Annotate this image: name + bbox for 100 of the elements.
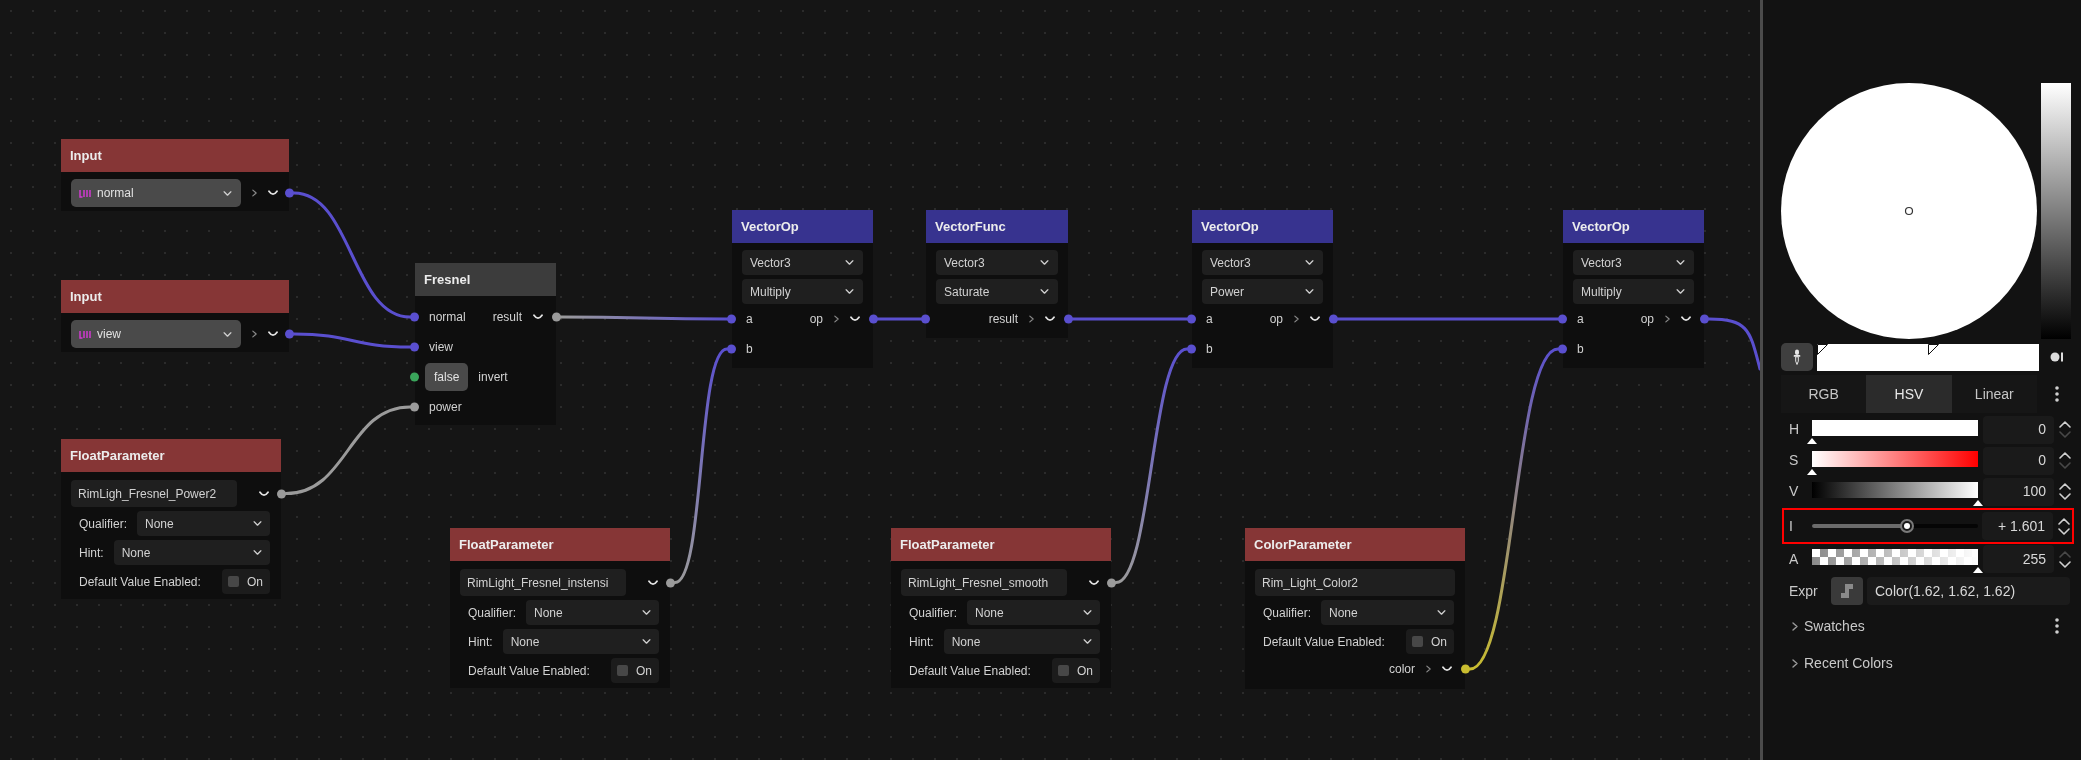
chevron-down-icon	[1676, 260, 1685, 265]
node-title-bar[interactable]: ColorParameter	[1245, 528, 1465, 561]
slider-thumb[interactable]	[1899, 519, 1914, 533]
node-title-bar[interactable]: FloatParameter	[61, 439, 281, 472]
port-icon[interactable]	[1107, 578, 1116, 587]
channel-label: H	[1788, 420, 1801, 439]
port-icon[interactable]	[277, 489, 286, 498]
number-field[interactable]: + 1.601	[1982, 512, 2053, 540]
select-dropdown[interactable]: Vector3	[1573, 250, 1694, 275]
port-icon[interactable]	[410, 402, 419, 412]
section-header[interactable]: Recent Colors	[1781, 649, 1893, 677]
curved-chevron-icon[interactable]	[1681, 316, 1691, 322]
select-dropdown[interactable]: Vector3	[742, 250, 863, 275]
node-title-bar[interactable]: Input	[61, 139, 289, 172]
field-label: Default Value Enabled:	[468, 662, 590, 680]
more-vertical-icon[interactable]	[2055, 618, 2059, 634]
select-dropdown[interactable]: Multiply	[1573, 279, 1694, 304]
tab[interactable]: HSV	[1866, 375, 1952, 413]
checkbox-icon[interactable]	[228, 576, 239, 587]
port-label: result	[492, 309, 522, 326]
port-label: b	[1577, 341, 1584, 358]
select-dropdown[interactable]: Saturate	[936, 279, 1058, 304]
port-label: a	[1577, 311, 1584, 328]
curved-chevron-icon[interactable]	[1310, 316, 1320, 322]
name-field[interactable]: RimLigh_Fresnel_Power2	[71, 480, 237, 507]
checkbox-icon[interactable]	[1058, 665, 1069, 676]
chevron-down-icon	[1083, 610, 1092, 615]
field-label: Qualifier:	[468, 604, 517, 622]
node-title-bar[interactable]: VectorOp	[1192, 210, 1333, 243]
intensity-slider[interactable]	[1812, 519, 1978, 533]
slider-thumb[interactable]	[1807, 437, 1817, 444]
section-header[interactable]: Swatches	[1781, 612, 1865, 640]
eyedropper-button[interactable]	[1781, 343, 1813, 371]
node-title-bar[interactable]: Input	[61, 280, 289, 313]
node-title-bar[interactable]: FloatParameter	[450, 528, 670, 561]
channel-label: I	[1788, 516, 1794, 536]
chevron-down-icon	[223, 190, 232, 196]
port-icon[interactable]	[1461, 664, 1470, 674]
curved-chevron-icon[interactable]	[259, 490, 269, 497]
node-title-bar[interactable]: VectorFunc	[926, 210, 1068, 243]
script-button[interactable]	[1831, 577, 1863, 605]
curved-chevron-icon[interactable]	[648, 579, 658, 586]
chevron-down-icon	[1676, 289, 1685, 294]
channel-label: V	[1788, 482, 1800, 501]
select-dropdown[interactable]: None	[502, 629, 659, 654]
number-field[interactable]: 0	[1983, 415, 2054, 444]
chevron-down-icon	[223, 331, 232, 337]
node-title-bar[interactable]: FloatParameter	[891, 528, 1111, 561]
curved-chevron-icon[interactable]	[268, 331, 278, 337]
curved-chevron-icon[interactable]	[1045, 316, 1055, 322]
port-icon[interactable]	[552, 312, 561, 322]
color-wheel[interactable]	[1781, 83, 2037, 339]
curved-chevron-icon[interactable]	[1442, 666, 1452, 672]
select-dropdown[interactable]: Vector3	[936, 250, 1058, 275]
number-field[interactable]: 0	[1983, 446, 2054, 475]
chevron-down-icon	[1437, 610, 1446, 615]
port-icon[interactable]	[666, 578, 675, 587]
select-dropdown[interactable]: None	[1321, 600, 1454, 625]
boolean-toggle[interactable]: false	[425, 363, 469, 391]
number-field[interactable]: 255	[1983, 545, 2054, 573]
checkbox-toggle[interactable]: On	[1052, 658, 1100, 683]
number-field[interactable]: 100	[1983, 477, 2054, 506]
curved-chevron-icon[interactable]	[533, 314, 543, 320]
checkbox-icon[interactable]	[617, 665, 628, 676]
tab[interactable]: Linear	[1951, 375, 2037, 413]
checkbox-icon[interactable]	[1412, 636, 1423, 647]
curved-chevron-icon[interactable]	[268, 190, 278, 196]
name-field[interactable]: RimLight_Fresnel_instensi	[460, 569, 626, 596]
checkbox-toggle[interactable]: On	[1406, 629, 1454, 654]
more-vertical-icon[interactable]	[2055, 386, 2059, 402]
chevron-down-icon	[1040, 289, 1049, 294]
select-dropdown[interactable]: Power	[1202, 279, 1323, 304]
expression-field[interactable]: Color(1.62, 1.62, 1.62)	[1867, 577, 2070, 605]
select-dropdown[interactable]: None	[137, 511, 270, 536]
name-field[interactable]: RimLight_Fresnel_smooth	[901, 569, 1067, 596]
select-dropdown[interactable]: None	[967, 600, 1100, 625]
select-dropdown[interactable]: None	[943, 629, 1100, 654]
node-title-bar[interactable]: VectorOp	[1563, 210, 1704, 243]
select-dropdown[interactable]: None	[113, 540, 270, 565]
variable-select[interactable]: normal	[71, 179, 241, 207]
node-title-bar[interactable]: VectorOp	[732, 210, 873, 243]
select-dropdown[interactable]: Multiply	[742, 279, 863, 304]
node-title-bar[interactable]: Fresnel	[415, 263, 556, 296]
checkbox-toggle[interactable]: On	[611, 658, 659, 683]
circle-bar-icon[interactable]	[2050, 352, 2064, 362]
curved-chevron-icon[interactable]	[850, 316, 860, 322]
checkbox-toggle[interactable]: On	[222, 569, 270, 594]
port-label: color	[1389, 661, 1415, 678]
port-icon[interactable]	[410, 372, 419, 382]
select-dropdown[interactable]: Vector3	[1202, 250, 1323, 275]
picker-ring-icon[interactable]	[1904, 206, 1914, 216]
name-field[interactable]: Rim_Light_Color2	[1255, 569, 1455, 596]
variable-select[interactable]: view	[71, 320, 241, 348]
slider-thumb[interactable]	[1973, 567, 1983, 573]
curved-chevron-icon[interactable]	[1089, 579, 1099, 586]
select-dropdown[interactable]: None	[526, 600, 659, 625]
tab[interactable]: RGB	[1781, 375, 1867, 413]
slider-thumb[interactable]	[1973, 499, 1983, 506]
brightness-bar[interactable]	[2041, 83, 2071, 339]
slider-thumb[interactable]	[1807, 468, 1817, 475]
